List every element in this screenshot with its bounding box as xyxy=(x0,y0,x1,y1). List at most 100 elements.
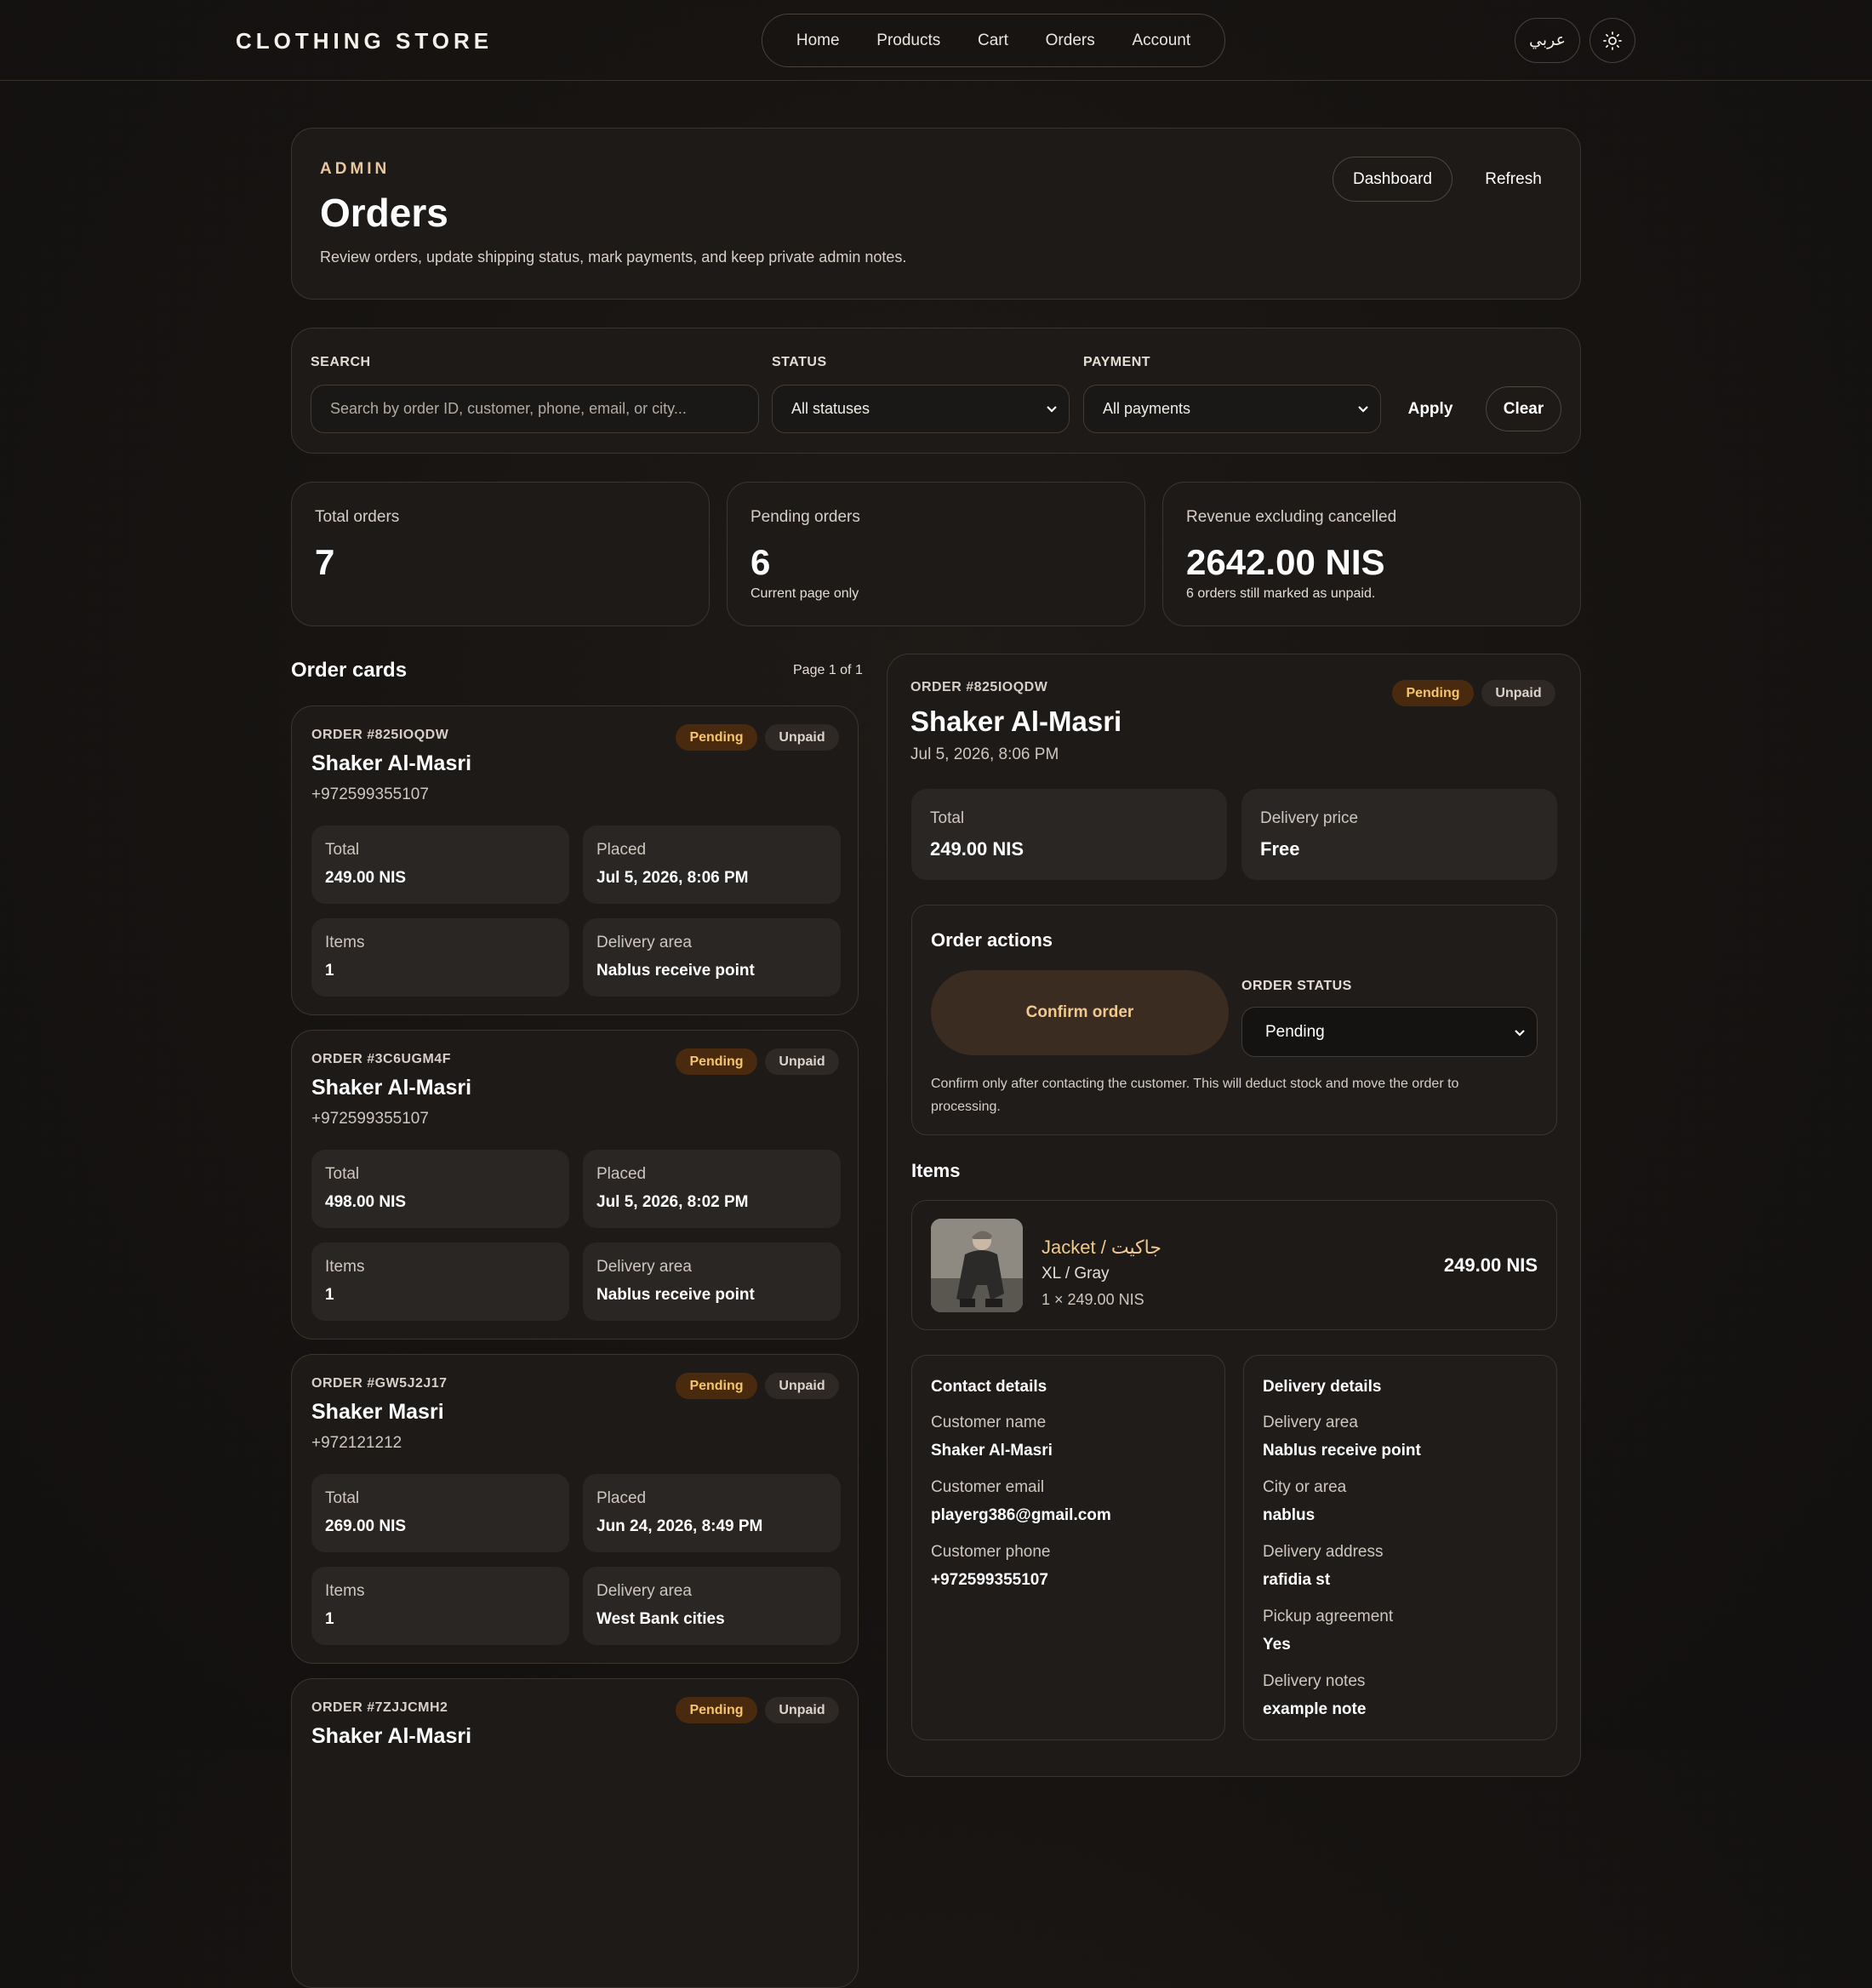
detail-delivery-price-cell: Delivery price Free xyxy=(1241,789,1557,880)
cell-value: 269.00 NIS xyxy=(325,1517,407,1535)
payment-badge: Unpaid xyxy=(765,1048,839,1075)
search-label: SEARCH xyxy=(311,355,371,369)
info-value: example note xyxy=(1263,1700,1367,1718)
language-toggle-button[interactable]: عربي xyxy=(1515,18,1580,63)
clear-button[interactable]: Clear xyxy=(1486,386,1561,431)
cell-label: Delivery area xyxy=(596,1258,692,1276)
payment-select-value: All payments xyxy=(1103,400,1191,417)
cell-label: Total xyxy=(325,1165,360,1183)
order-number: ORDER #7ZJJCMH2 xyxy=(311,1700,448,1715)
order-total-cell: Total 269.00 NIS xyxy=(311,1474,569,1552)
stat-note: Current page only xyxy=(751,586,859,601)
customer-name: Shaker Al-Masri xyxy=(311,1724,472,1748)
stat-label: Pending orders xyxy=(751,508,860,526)
refresh-button[interactable]: Refresh xyxy=(1469,157,1558,202)
sun-icon xyxy=(1603,31,1622,50)
search-input[interactable]: Search by order ID, customer, phone, ema… xyxy=(311,385,759,433)
brand-logo[interactable]: CLOTHING STORE xyxy=(236,28,493,54)
cell-value: 249.00 NIS xyxy=(930,838,1024,860)
detail-customer-name: Shaker Al-Masri xyxy=(910,706,1122,737)
order-area-cell: Delivery area West Bank cities xyxy=(583,1567,841,1645)
detail-total-cell: Total 249.00 NIS xyxy=(911,789,1227,880)
cell-value: Free xyxy=(1260,838,1300,860)
cell-value: Jul 5, 2026, 8:02 PM xyxy=(596,1193,749,1211)
payment-badge: Unpaid xyxy=(765,1697,839,1723)
cell-value: 249.00 NIS xyxy=(325,869,407,887)
info-value: Nablus receive point xyxy=(1263,1442,1421,1460)
status-badge: Pending xyxy=(676,1373,757,1399)
payment-select[interactable]: All payments xyxy=(1083,385,1381,433)
apply-button[interactable]: Apply xyxy=(1393,386,1468,431)
order-card[interactable]: ORDER #825IOQDW Pending Unpaid Shaker Al… xyxy=(291,706,859,1015)
detail-order-number: ORDER #825IOQDW xyxy=(910,680,1048,694)
order-card[interactable]: ORDER #7ZJJCMH2 Pending Unpaid Shaker Al… xyxy=(291,1678,859,1988)
nav-orders[interactable]: Orders xyxy=(1046,31,1095,50)
page-indicator: Page 1 of 1 xyxy=(793,663,863,677)
customer-name: Shaker Masri xyxy=(311,1400,444,1424)
chevron-down-icon xyxy=(1358,406,1368,413)
cell-label: Total xyxy=(325,841,360,859)
contact-details-card: Contact details Customer name Shaker Al-… xyxy=(911,1355,1225,1740)
confirm-help-text: Confirm only after contacting the custom… xyxy=(931,1077,1459,1114)
chevron-down-icon xyxy=(1515,1030,1525,1037)
dashboard-button[interactable]: Dashboard xyxy=(1333,157,1453,202)
nav-cart[interactable]: Cart xyxy=(978,31,1008,50)
items-title: Items xyxy=(911,1160,961,1181)
cell-label: Placed xyxy=(596,1489,647,1507)
cell-value: 1 xyxy=(325,962,334,980)
info-label: City or area xyxy=(1263,1478,1347,1496)
status-label: STATUS xyxy=(772,355,827,369)
info-value: rafidia st xyxy=(1263,1571,1331,1589)
cell-label: Placed xyxy=(596,1165,647,1183)
order-status-select[interactable]: Pending xyxy=(1241,1007,1538,1057)
info-value[interactable]: +972599355107 xyxy=(931,1571,1048,1590)
item-variant: XL / Gray xyxy=(1042,1265,1110,1282)
order-detail-panel: ORDER #825IOQDW Pending Unpaid Shaker Al… xyxy=(887,654,1581,1777)
payment-label: PAYMENT xyxy=(1083,355,1151,369)
cell-label: Placed xyxy=(596,841,647,859)
cell-value: Jun 24, 2026, 8:49 PM xyxy=(596,1517,763,1535)
cell-label: Delivery area xyxy=(596,934,692,951)
stat-label: Total orders xyxy=(315,508,400,526)
info-value: nablus xyxy=(1263,1506,1316,1524)
product-thumbnail xyxy=(931,1219,1023,1312)
info-label: Delivery notes xyxy=(1263,1672,1366,1690)
status-select-value: All statuses xyxy=(791,400,870,417)
cell-label: Items xyxy=(325,1582,365,1600)
payment-badge: Unpaid xyxy=(1481,680,1555,706)
order-actions-title: Order actions xyxy=(931,929,1053,951)
cell-value: Nablus receive point xyxy=(596,962,755,980)
filters-bar: SEARCH Search by order ID, customer, pho… xyxy=(291,328,1581,454)
item-name[interactable]: Jacket / جاكيت xyxy=(1042,1237,1161,1259)
customer-phone: +972599355107 xyxy=(311,1110,429,1128)
order-card[interactable]: ORDER #3C6UGM4F Pending Unpaid Shaker Al… xyxy=(291,1030,859,1340)
order-area-cell: Delivery area Nablus receive point xyxy=(583,918,841,997)
order-cards-title: Order cards xyxy=(291,659,408,682)
info-value: Yes xyxy=(1263,1636,1291,1654)
stat-note: 6 orders still marked as unpaid. xyxy=(1186,586,1376,601)
stat-pending-orders: Pending orders 6 Current page only xyxy=(727,482,1145,626)
nav-account[interactable]: Account xyxy=(1132,31,1190,50)
item-quantity: 1 × 249.00 NIS xyxy=(1042,1291,1144,1308)
status-badge: Pending xyxy=(676,1048,757,1075)
customer-name: Shaker Al-Masri xyxy=(311,1076,472,1100)
nav-products[interactable]: Products xyxy=(876,31,940,50)
order-items-cell: Items 1 xyxy=(311,1242,569,1321)
nav-home[interactable]: Home xyxy=(796,31,840,50)
order-status-label: ORDER STATUS xyxy=(1241,979,1352,993)
cell-value: Nablus receive point xyxy=(596,1286,755,1304)
contact-details-title: Contact details xyxy=(931,1378,1047,1396)
info-label: Customer phone xyxy=(931,1543,1051,1561)
status-select[interactable]: All statuses xyxy=(772,385,1070,433)
status-badge: Pending xyxy=(676,1697,757,1723)
status-badge: Pending xyxy=(1392,680,1474,706)
status-badge: Pending xyxy=(676,724,757,751)
confirm-order-button[interactable]: Confirm order xyxy=(931,970,1229,1055)
info-label: Pickup agreement xyxy=(1263,1608,1394,1625)
info-label: Customer email xyxy=(931,1478,1045,1496)
order-card[interactable]: ORDER #GW5J2J17 Pending Unpaid Shaker Ma… xyxy=(291,1354,859,1664)
theme-toggle-button[interactable] xyxy=(1589,18,1635,63)
info-value[interactable]: playerg386@gmail.com xyxy=(931,1506,1111,1525)
page-eyebrow: ADMIN xyxy=(320,160,391,178)
info-label: Delivery area xyxy=(1263,1414,1358,1431)
